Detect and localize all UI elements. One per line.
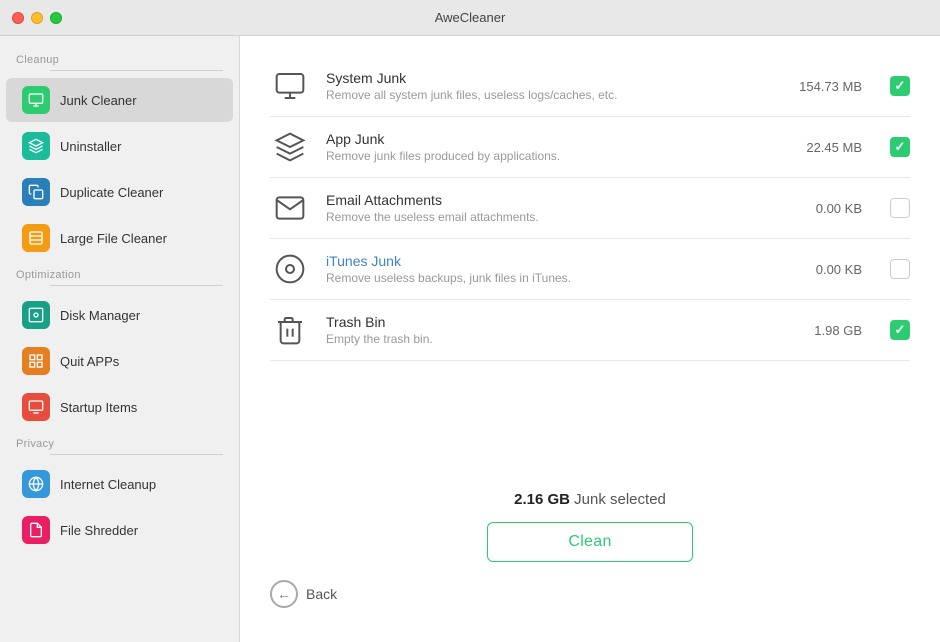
junk-desc-itunes-junk: Remove useless backups, junk files in iT… xyxy=(326,271,766,285)
junk-checkbox-trash-bin[interactable] xyxy=(890,320,910,340)
sidebar-icon-file-shredder xyxy=(22,516,50,544)
junk-title-email-attachments: Email Attachments xyxy=(326,192,766,208)
maximize-button[interactable] xyxy=(50,12,62,24)
junk-size-app-junk: 22.45 MB xyxy=(782,140,862,155)
minimize-button[interactable] xyxy=(31,12,43,24)
main-layout: Cleanup Junk Cleaner Uninstaller Duplicate … xyxy=(0,36,940,642)
traffic-lights xyxy=(12,12,62,24)
junk-summary: 2.16 GB Junk selected xyxy=(514,491,666,508)
junk-title-system-junk: System Junk xyxy=(326,70,766,86)
sidebar: Cleanup Junk Cleaner Uninstaller Duplicate … xyxy=(0,36,240,642)
sidebar-item-disk-manager[interactable]: Disk Manager xyxy=(6,293,233,337)
junk-desc-email-attachments: Remove the useless email attachments. xyxy=(326,210,766,224)
sidebar-item-file-shredder[interactable]: File Shredder xyxy=(6,508,233,552)
junk-info-email-attachments: Email Attachments Remove the useless emai… xyxy=(326,192,766,224)
sidebar-section-label-2: Privacy xyxy=(0,430,239,454)
sidebar-item-quit-apps[interactable]: Quit APPs xyxy=(6,339,233,383)
junk-item-trash-bin: Trash Bin Empty the trash bin. 1.98 GB xyxy=(270,300,910,361)
sidebar-item-uninstaller[interactable]: Uninstaller xyxy=(6,124,233,168)
sidebar-section-label-1: Optimization xyxy=(0,261,239,285)
sidebar-icon-large-file-cleaner xyxy=(22,224,50,252)
sidebar-item-label-disk-manager: Disk Manager xyxy=(60,308,140,323)
sidebar-item-label-internet-cleanup: Internet Cleanup xyxy=(60,477,156,492)
junk-title-itunes-junk: iTunes Junk xyxy=(326,253,766,269)
sidebar-icon-quit-apps xyxy=(22,347,50,375)
sidebar-item-label-duplicate-cleaner: Duplicate Cleaner xyxy=(60,185,163,200)
sidebar-item-startup-items[interactable]: Startup Items xyxy=(6,385,233,429)
junk-item-system-junk: System Junk Remove all system junk files,… xyxy=(270,56,910,117)
back-icon: ← xyxy=(270,580,298,608)
junk-item-itunes-junk: iTunes Junk Remove useless backups, junk … xyxy=(270,239,910,300)
junk-checkbox-itunes-junk[interactable] xyxy=(890,259,910,279)
back-label: Back xyxy=(306,586,337,602)
sidebar-item-junk-cleaner[interactable]: Junk Cleaner xyxy=(6,78,233,122)
sidebar-icon-disk-manager xyxy=(22,301,50,329)
sidebar-icon-internet-cleanup xyxy=(22,470,50,498)
sidebar-item-label-file-shredder: File Shredder xyxy=(60,523,138,538)
junk-size-email-attachments: 0.00 KB xyxy=(782,201,862,216)
junk-item-email-attachments: Email Attachments Remove the useless emai… xyxy=(270,178,910,239)
junk-checkbox-app-junk[interactable] xyxy=(890,137,910,157)
close-button[interactable] xyxy=(12,12,24,24)
junk-item-app-junk: App Junk Remove junk files produced by ap… xyxy=(270,117,910,178)
junk-checkbox-email-attachments[interactable] xyxy=(890,198,910,218)
junk-size-itunes-junk: 0.00 KB xyxy=(782,262,862,277)
junk-icon-app-junk xyxy=(270,131,310,163)
junk-title-trash-bin: Trash Bin xyxy=(326,314,766,330)
junk-checkbox-system-junk[interactable] xyxy=(890,76,910,96)
junk-info-app-junk: App Junk Remove junk files produced by ap… xyxy=(326,131,766,163)
junk-icon-itunes-junk xyxy=(270,253,310,285)
sidebar-item-large-file-cleaner[interactable]: Large File Cleaner xyxy=(6,216,233,260)
junk-size-trash-bin: 1.98 GB xyxy=(782,323,862,338)
junk-amount: 2.16 GB xyxy=(514,491,570,508)
sidebar-divider-0 xyxy=(50,70,223,71)
junk-info-trash-bin: Trash Bin Empty the trash bin. xyxy=(326,314,766,346)
junk-icon-trash-bin xyxy=(270,314,310,346)
sidebar-item-label-quit-apps: Quit APPs xyxy=(60,354,119,369)
sidebar-divider-2 xyxy=(50,454,223,455)
junk-desc-system-junk: Remove all system junk files, useless lo… xyxy=(326,88,766,102)
junk-icon-email-attachments xyxy=(270,192,310,224)
sidebar-icon-startup-items xyxy=(22,393,50,421)
clean-button[interactable]: Clean xyxy=(487,522,692,562)
sidebar-item-internet-cleanup[interactable]: Internet Cleanup xyxy=(6,462,233,506)
sidebar-item-label-uninstaller: Uninstaller xyxy=(60,139,121,154)
junk-title-app-junk: App Junk xyxy=(326,131,766,147)
app-title: AweCleaner xyxy=(435,10,506,25)
title-bar: AweCleaner xyxy=(0,0,940,36)
bottom-bar: 2.16 GB Junk selected Clean ← Back xyxy=(270,475,910,622)
sidebar-icon-duplicate-cleaner xyxy=(22,178,50,206)
sidebar-icon-junk-cleaner xyxy=(22,86,50,114)
sidebar-item-duplicate-cleaner[interactable]: Duplicate Cleaner xyxy=(6,170,233,214)
junk-icon-system-junk xyxy=(270,70,310,102)
junk-desc-app-junk: Remove junk files produced by applicatio… xyxy=(326,149,766,163)
sidebar-item-label-large-file-cleaner: Large File Cleaner xyxy=(60,231,167,246)
junk-info-itunes-junk: iTunes Junk Remove useless backups, junk … xyxy=(326,253,766,285)
sidebar-item-label-junk-cleaner: Junk Cleaner xyxy=(60,93,137,108)
junk-list: System Junk Remove all system junk files,… xyxy=(270,56,910,475)
sidebar-item-label-startup-items: Startup Items xyxy=(60,400,137,415)
junk-size-system-junk: 154.73 MB xyxy=(782,79,862,94)
sidebar-divider-1 xyxy=(50,285,223,286)
back-row[interactable]: ← Back xyxy=(270,576,337,612)
sidebar-icon-uninstaller xyxy=(22,132,50,160)
junk-info-system-junk: System Junk Remove all system junk files,… xyxy=(326,70,766,102)
content-area: System Junk Remove all system junk files,… xyxy=(240,36,940,642)
junk-label: Junk selected xyxy=(570,491,666,508)
junk-desc-trash-bin: Empty the trash bin. xyxy=(326,332,766,346)
sidebar-section-label-0: Cleanup xyxy=(0,46,239,70)
